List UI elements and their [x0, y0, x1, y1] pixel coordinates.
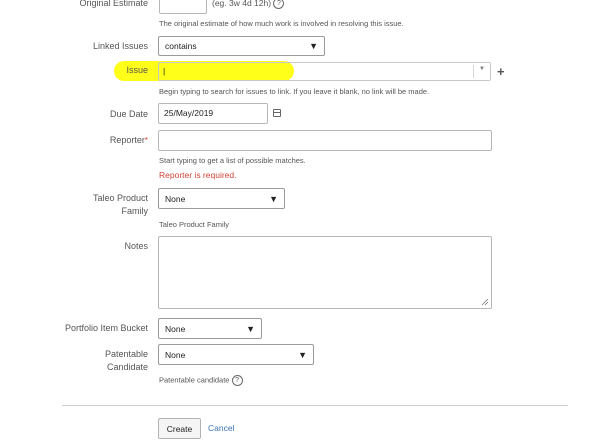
linked-issues-select[interactable]: contains ▼ [158, 36, 325, 56]
taleo-label: Taleo Product Family [93, 192, 148, 218]
patentable-description-row: Patentable candidate ? [159, 375, 243, 386]
original-estimate-example: (eg. 3w 4d 12h) ? [212, 0, 285, 10]
issue-dropdown-icon[interactable]: ▼ [479, 66, 485, 72]
dropdown-arrow-icon: ▼ [309, 41, 318, 51]
linked-issues-value: contains [165, 41, 197, 51]
create-button[interactable]: Create [158, 418, 201, 439]
notes-textarea[interactable] [158, 236, 492, 309]
issue-label: Issue [126, 65, 148, 75]
linked-issues-label: Linked Issues [92, 41, 148, 51]
issue-input-value: | [163, 66, 166, 76]
taleo-description: Taleo Product Family [159, 220, 230, 229]
help-icon[interactable]: ? [273, 0, 285, 10]
patentable-label-line1: Patentable [104, 349, 148, 359]
taleo-value: None [165, 193, 186, 204]
reporter-input[interactable] [158, 130, 492, 151]
cancel-link[interactable]: Cancel [208, 423, 234, 433]
original-estimate-input[interactable] [159, 0, 207, 14]
dropdown-arrow-icon: ▼ [246, 323, 255, 334]
original-estimate-label: Original Estimate [79, 0, 148, 8]
patentable-label: Patentable Candidate [105, 348, 148, 374]
reporter-label: Reporter* [110, 134, 148, 147]
reporter-label-text: Reporter [109, 135, 145, 145]
patentable-label-line2: Candidate [106, 362, 148, 372]
taleo-label-line1: Taleo Product [92, 193, 148, 203]
due-date-input[interactable]: 25/May/2019 [158, 103, 268, 124]
issue-dropdown-divider [473, 65, 474, 78]
required-mark: * [144, 136, 148, 145]
due-date-value: 25/May/2019 [164, 108, 214, 118]
reporter-description: Start typing to get a list of possible m… [159, 156, 306, 165]
reporter-error: Reporter is required. [159, 170, 237, 180]
notes-label: Notes [124, 241, 148, 251]
patentable-select[interactable]: None ▼ [158, 344, 314, 365]
help-icon[interactable]: ? [231, 375, 243, 386]
add-link-icon[interactable]: + [497, 64, 505, 79]
form-divider [62, 405, 568, 406]
estimate-example-text: (eg. 3w 4d 12h) [212, 0, 272, 8]
patentable-description: Patentable candidate [159, 375, 230, 385]
dropdown-arrow-icon: ▼ [298, 349, 307, 360]
portfolio-value: None [165, 323, 186, 334]
resize-handle-icon[interactable] [481, 298, 489, 306]
dropdown-arrow-icon: ▼ [269, 193, 278, 204]
portfolio-select[interactable]: None ▼ [158, 318, 262, 339]
calendar-icon[interactable] [273, 109, 281, 117]
issue-input[interactable]: | ▼ [158, 62, 491, 81]
patentable-value: None [165, 349, 186, 360]
original-estimate-description: The original estimate of how much work i… [159, 19, 404, 28]
taleo-label-line2: Family [121, 206, 149, 216]
portfolio-label: Portfolio Item Bucket [64, 323, 148, 333]
taleo-select[interactable]: None ▼ [158, 188, 285, 209]
due-date-label: Due Date [109, 109, 148, 119]
issue-description: Begin typing to search for issues to lin… [159, 87, 430, 96]
